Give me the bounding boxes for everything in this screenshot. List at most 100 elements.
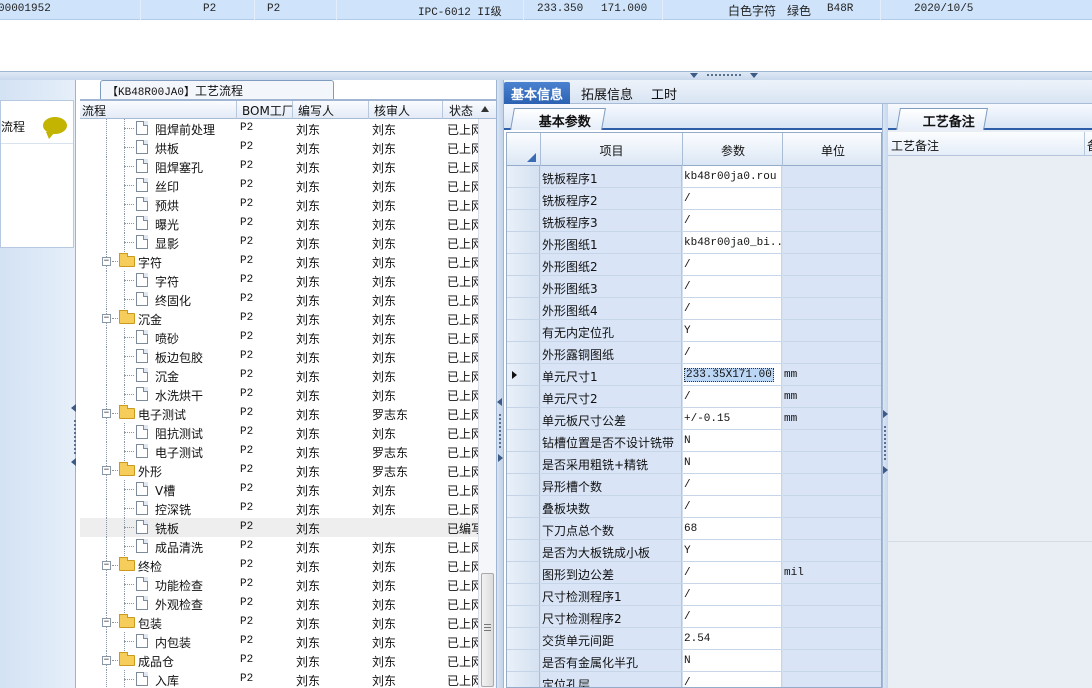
row-header[interactable] <box>507 188 540 210</box>
tree-row[interactable]: 内包装 P2 刘东 刘东 已上网 <box>80 632 478 651</box>
tree-row[interactable]: − 电子测试 P2 刘东 罗志东 已上网 <box>80 404 478 423</box>
row-header[interactable] <box>507 298 540 320</box>
vertical-splitter[interactable] <box>496 80 504 688</box>
tree-row[interactable]: − 沉金 P2 刘东 刘东 已上网 <box>80 309 478 328</box>
collapse-node-icon[interactable]: − <box>102 314 111 323</box>
collapse-node-icon[interactable]: − <box>102 618 111 627</box>
param-row[interactable]: 下刀点总个数 68 <box>507 518 881 540</box>
param-value-cell[interactable]: / <box>683 386 782 408</box>
tree-row[interactable]: 终固化 P2 刘东 刘东 已上网 <box>80 290 478 309</box>
param-row[interactable]: 有无内定位孔 Y <box>507 320 881 342</box>
param-value-cell[interactable]: / <box>683 276 782 298</box>
row-header[interactable] <box>507 276 540 298</box>
row-header[interactable] <box>507 320 540 342</box>
tree-row[interactable]: 板边包胶 P2 刘东 刘东 已上网 <box>80 347 478 366</box>
column-header-unit[interactable]: 单位 <box>783 142 881 159</box>
param-row[interactable]: 外形图纸2/ <box>507 254 881 276</box>
tree-row[interactable]: 控深铣 P2 刘东 刘东 已上网 <box>80 499 478 518</box>
param-value-cell[interactable]: / <box>683 298 782 320</box>
order-record-row[interactable]: 00001952 P2 P2 IPC-6012 II级 233.350 171.… <box>0 0 1092 20</box>
tree-row[interactable]: 丝印 P2 刘东 刘东 已上网 <box>80 176 478 195</box>
tab-process-flow[interactable]: 【KB48R00JA0】工艺流程 <box>100 80 334 99</box>
param-row[interactable]: 铣板程序1 kb48r00ja0.rou <box>507 166 881 188</box>
tree-row[interactable]: − 终检 P2 刘东 刘东 已上网 <box>80 556 478 575</box>
param-row[interactable]: 是否为大板铣成小板 Y <box>507 540 881 562</box>
tree-row[interactable]: 字符 P2 刘东 刘东 已上网 <box>80 271 478 290</box>
tree-row[interactable]: − 成品仓 P2 刘东 刘东 已上网 <box>80 651 478 670</box>
param-value-cell[interactable]: kb48r00ja0.rou <box>683 166 782 188</box>
scrollbar-thumb[interactable] <box>481 573 494 687</box>
row-header[interactable] <box>507 364 540 386</box>
tree-row[interactable]: 烘板 P2 刘东 刘东 已上网 <box>80 138 478 157</box>
tab-process-remark[interactable]: 工艺备注 <box>896 108 988 130</box>
param-value-cell[interactable]: / <box>683 210 782 232</box>
tree-row[interactable]: 阻焊前处理 P2 刘东 刘东 已上网 <box>80 119 478 138</box>
tab-basic-info[interactable]: 基本信息 <box>504 82 571 104</box>
param-value-cell[interactable]: / <box>683 496 782 518</box>
param-row[interactable]: 钻槽位置是否不设计铣带 N <box>507 430 881 452</box>
collapse-down-icon[interactable] <box>750 73 758 78</box>
row-header[interactable] <box>507 474 540 496</box>
collapse-left-icon[interactable] <box>71 404 76 412</box>
param-row[interactable]: 是否采用粗铣+精铣 N <box>507 452 881 474</box>
column-header-bom-factory[interactable]: BOM工厂 <box>242 102 294 119</box>
column-header-status[interactable]: 状态 <box>449 102 473 119</box>
column-header-writer[interactable]: 编写人 <box>298 102 334 119</box>
collapse-left-icon[interactable] <box>71 458 76 466</box>
column-header-remark-2[interactable]: 备 <box>1087 137 1092 154</box>
param-value-cell[interactable]: kb48r00ja0_bi... <box>683 232 782 254</box>
param-row[interactable]: 交货单元间距 2.54 <box>507 628 881 650</box>
row-header[interactable] <box>507 342 540 364</box>
param-value-cell[interactable]: 2.54 <box>683 628 782 650</box>
param-value-cell[interactable]: / <box>683 584 782 606</box>
select-all-corner-icon[interactable] <box>527 153 536 162</box>
collapse-node-icon[interactable]: − <box>102 409 111 418</box>
tab-basic-params[interactable]: 基本参数 <box>510 108 606 130</box>
param-row[interactable]: 单元尺寸1 233.35X171.00 mm <box>507 364 881 386</box>
row-header[interactable] <box>507 386 540 408</box>
collapse-node-icon[interactable]: − <box>102 257 111 266</box>
row-header[interactable] <box>507 166 540 188</box>
param-value-cell[interactable]: / <box>683 188 782 210</box>
tree-row[interactable]: 曝光 P2 刘东 刘东 已上网 <box>80 214 478 233</box>
param-value-cell[interactable]: / <box>683 342 782 364</box>
param-row[interactable]: 尺寸检测程序2/ <box>507 606 881 628</box>
param-row[interactable]: 定位孔层 / <box>507 672 881 687</box>
tree-row[interactable]: 电子测试 P2 刘东 罗志东 已上网 <box>80 442 478 461</box>
tab-work-hours[interactable]: 工时 <box>644 82 684 104</box>
param-value-cell[interactable]: N <box>683 430 782 452</box>
row-header[interactable] <box>507 232 540 254</box>
row-header[interactable] <box>507 606 540 628</box>
param-value-cell[interactable]: 68 <box>683 518 782 540</box>
sort-up-icon[interactable] <box>481 106 489 112</box>
row-header[interactable] <box>507 540 540 562</box>
column-header-value[interactable]: 参数 <box>683 142 783 159</box>
collapse-down-icon[interactable] <box>690 73 698 78</box>
tree-row[interactable]: 喷砂 P2 刘东 刘东 已上网 <box>80 328 478 347</box>
param-row[interactable]: 异形槽个数 / <box>507 474 881 496</box>
param-value-cell[interactable]: / <box>683 474 782 496</box>
column-header-item[interactable]: 项目 <box>541 142 682 159</box>
tab-extended-info[interactable]: 拓展信息 <box>574 82 640 104</box>
param-row[interactable]: 图形到边公差 / mil <box>507 562 881 584</box>
remark-list[interactable] <box>888 156 1092 542</box>
row-header[interactable] <box>507 584 540 606</box>
tree-row[interactable]: 外观检查 P2 刘东 刘东 已上网 <box>80 594 478 613</box>
tree-row[interactable]: V槽 P2 刘东 刘东 已上网 <box>80 480 478 499</box>
speech-bubble-icon[interactable] <box>43 117 67 139</box>
param-value-cell[interactable]: Y <box>683 320 782 342</box>
tree-row[interactable]: 铣板 P2 刘东 已编写 <box>80 518 478 537</box>
horizontal-splitter[interactable] <box>0 71 1092 80</box>
param-value-cell[interactable]: N <box>683 452 782 474</box>
row-header[interactable] <box>507 628 540 650</box>
flow-nav-box[interactable]: 流程 <box>0 100 74 248</box>
row-header[interactable] <box>507 254 540 276</box>
collapse-node-icon[interactable]: − <box>102 561 111 570</box>
param-value-cell[interactable]: / <box>683 606 782 628</box>
tree-scrollbar[interactable] <box>478 119 496 688</box>
tree-row[interactable]: − 外形 P2 刘东 罗志东 已上网 <box>80 461 478 480</box>
param-value-cell[interactable]: / <box>683 672 782 687</box>
record-list-area[interactable] <box>0 21 1092 71</box>
row-header[interactable] <box>507 672 540 687</box>
tree-row[interactable]: 沉金 P2 刘东 刘东 已上网 <box>80 366 478 385</box>
